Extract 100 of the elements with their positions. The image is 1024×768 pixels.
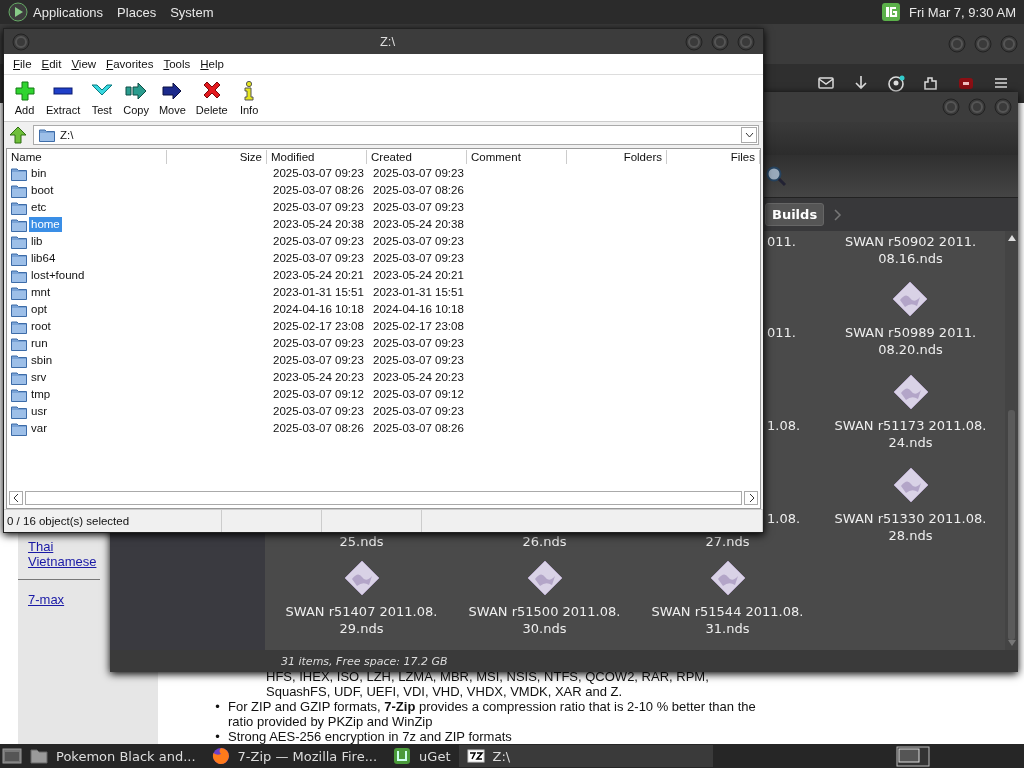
folder-icon xyxy=(39,128,55,142)
column-header[interactable]: Folders xyxy=(567,150,667,164)
toolbar-button[interactable]: Info xyxy=(232,80,266,116)
table-cell-text: 2025-03-07 09:23 xyxy=(372,336,465,351)
file-name[interactable]: var xyxy=(29,421,49,436)
up-arrow-icon[interactable] xyxy=(8,125,28,145)
file-name[interactable]: etc xyxy=(29,200,49,215)
table-cell-text: 2025-02-17 23:08 xyxy=(272,319,365,334)
menu-item[interactable]: Help xyxy=(195,58,229,70)
rom-tile[interactable]: SWAN r51500 2011.08. 30.nds xyxy=(468,557,621,638)
rom-tile[interactable]: SWAN r50989 2011. 08.20.nds xyxy=(844,278,977,359)
column-header[interactable]: Modified xyxy=(267,150,367,164)
rom-tile[interactable]: SWAN r51544 2011.08. 31.nds xyxy=(651,557,804,638)
scrollbar[interactable] xyxy=(1005,231,1018,650)
taskbar-button[interactable]: Z:\ xyxy=(458,745,713,767)
sidebar-link[interactable]: Vietnamese xyxy=(28,554,97,569)
file-name[interactable]: boot xyxy=(29,183,56,198)
toolbar-button[interactable]: Add xyxy=(8,80,41,116)
column-header[interactable]: Created xyxy=(367,150,467,164)
file-name[interactable]: mnt xyxy=(29,285,53,300)
toolbar-button[interactable]: Delete xyxy=(190,80,233,116)
toolbar-button[interactable]: Extract xyxy=(41,80,86,116)
file-name[interactable]: 26.nds xyxy=(522,533,567,551)
taskbar-button[interactable]: uGet xyxy=(385,745,459,767)
file-name[interactable]: 011. xyxy=(767,233,796,250)
file-name[interactable]: tmp xyxy=(29,387,53,402)
column-header[interactable]: Comment xyxy=(467,150,567,164)
folder-icon xyxy=(11,234,27,249)
folder-icon xyxy=(30,747,48,765)
clock[interactable]: Fri Mar 7, 9:30 AM xyxy=(909,4,1016,20)
extension-icon[interactable] xyxy=(922,74,940,93)
column-header[interactable]: Name xyxy=(7,150,167,164)
breadcrumb-button[interactable]: Builds xyxy=(765,203,825,226)
sidebar-link[interactable]: 7-max xyxy=(28,592,65,607)
folder-icon xyxy=(11,285,27,300)
column-header[interactable]: Files xyxy=(667,150,760,164)
table-cell-text: 2025-03-07 09:23 xyxy=(272,353,365,368)
rom-tile[interactable]: SWAN r51330 2011.08. 28.nds xyxy=(834,464,987,545)
rom-tile[interactable]: SWAN r51173 2011.08. 24.nds xyxy=(834,371,987,452)
file-name[interactable]: 1.08. xyxy=(767,417,801,435)
status-text: 31 items, Free space: 17.2 GB xyxy=(110,650,1018,672)
sidebar-link[interactable]: Thai xyxy=(28,539,54,554)
table-cell-text: 2023-05-24 20:23 xyxy=(272,370,365,385)
file-name[interactable]: srv xyxy=(29,370,49,385)
menu-item[interactable]: Favorites xyxy=(101,58,159,70)
taskbar-button[interactable]: 7-Zip — Mozilla Fire... xyxy=(203,745,386,767)
scroll-left-icon[interactable] xyxy=(13,494,19,502)
menu-item[interactable]: View xyxy=(66,58,102,70)
search-icon[interactable] xyxy=(765,165,787,187)
panel-menu[interactable]: System xyxy=(165,2,219,22)
taskbar-button[interactable]: Pokemon Black and... xyxy=(22,745,204,767)
toolbar-button[interactable]: Move xyxy=(153,80,191,116)
file-name[interactable]: SWAN r50902 2011. 08.16.nds xyxy=(844,233,977,267)
path-field[interactable]: Z:\ xyxy=(33,125,759,145)
table-cell-text: 2023-01-31 15:51 xyxy=(372,285,465,300)
panel-menu[interactable]: Places xyxy=(112,2,162,22)
folder-icon xyxy=(11,370,27,385)
scroll-right-icon[interactable] xyxy=(748,494,754,502)
scroll-up-icon[interactable] xyxy=(1007,235,1016,241)
table-cell-text: 2025-03-07 08:26 xyxy=(272,183,365,198)
toolbar-button[interactable]: Copy xyxy=(118,80,154,116)
folder-icon xyxy=(11,200,27,215)
file-name[interactable]: 011. xyxy=(767,324,796,342)
show-desktop-icon[interactable] xyxy=(2,747,22,765)
file-name[interactable]: lost+found xyxy=(29,268,87,283)
menu-item[interactable]: File xyxy=(8,58,37,70)
format-list-text: HFS, IHEX, ISO, LZH, LZMA, MBR, MSI, NSIS, NTFS, QCOW2, RAR, RPM, xyxy=(266,669,710,684)
file-name[interactable]: root xyxy=(29,319,53,334)
scrollbar-thumb[interactable] xyxy=(1008,410,1015,640)
file-name[interactable]: 27.nds xyxy=(705,533,750,551)
folder-icon xyxy=(11,421,27,436)
file-name[interactable]: 1.08. xyxy=(767,510,801,528)
file-name[interactable]: run xyxy=(29,336,50,351)
game-file-icon xyxy=(525,559,564,598)
tray-app-icon[interactable] xyxy=(881,2,902,22)
rom-tile[interactable]: SWAN r51407 2011.08. 29.nds xyxy=(285,557,438,638)
file-name[interactable]: opt xyxy=(29,302,49,317)
file-name[interactable]: bin xyxy=(29,166,49,181)
file-name[interactable]: usr xyxy=(29,404,49,419)
workspace-switcher-icon[interactable] xyxy=(896,745,930,767)
file-name[interactable]: sbin xyxy=(29,353,55,368)
bullet-mark: • xyxy=(214,699,221,716)
column-header[interactable]: Size xyxy=(167,150,267,164)
table-cell-text: 2023-05-24 20:21 xyxy=(372,268,465,283)
chevron-right-icon[interactable] xyxy=(834,208,843,221)
panel-menu[interactable]: Applications xyxy=(28,2,109,22)
folder-icon xyxy=(11,387,27,402)
file-name[interactable]: 25.nds xyxy=(339,533,384,551)
format-list-text: SquashFS, UDF, UEFI, VDI, VHD, VHDX, VMDK, XAR and Z. xyxy=(266,684,624,699)
table-cell-text: 2025-03-07 09:23 xyxy=(272,234,365,249)
dropdown-icon[interactable] xyxy=(744,132,754,138)
menu-item[interactable]: Tools xyxy=(158,58,196,70)
table-cell-text: 2025-03-07 09:23 xyxy=(372,251,465,266)
file-name[interactable]: lib xyxy=(29,234,45,249)
account-icon[interactable] xyxy=(887,74,905,93)
logo-icon[interactable] xyxy=(8,2,28,22)
scrollbar-track[interactable] xyxy=(25,491,742,505)
toolbar-button[interactable]: Test xyxy=(85,80,119,116)
menu-item[interactable]: Edit xyxy=(36,58,67,70)
file-name[interactable]: lib64 xyxy=(29,251,58,266)
